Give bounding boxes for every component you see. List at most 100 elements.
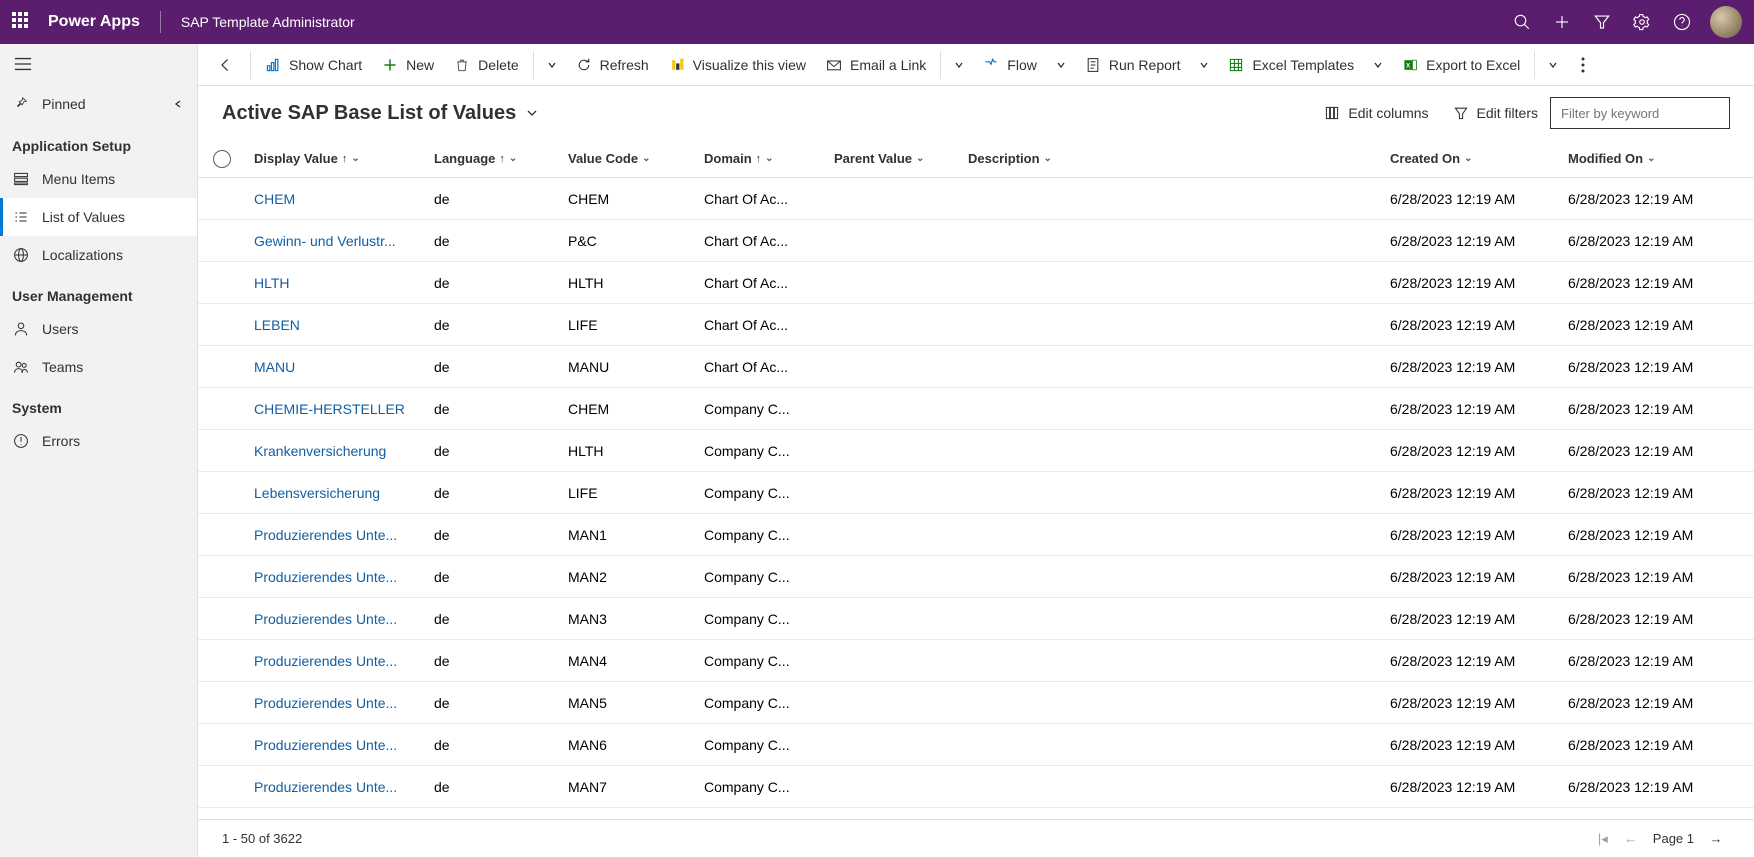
cell-created-on: 6/28/2023 12:19 AM	[1382, 779, 1560, 795]
export-excel-dropdown[interactable]	[1539, 59, 1567, 71]
column-header-language[interactable]: Language↑⌄	[426, 151, 560, 166]
visualize-button[interactable]: Visualize this view	[659, 44, 816, 86]
table-row[interactable]: Produzierendes Unte...deMAN4Company C...…	[198, 640, 1754, 682]
chevron-down-icon: ⌄	[642, 153, 650, 164]
grid-body[interactable]: CHEMdeCHEMChart Of Ac...6/28/2023 12:19 …	[198, 178, 1754, 818]
app-launcher-icon[interactable]	[12, 12, 32, 32]
run-report-button[interactable]: Run Report	[1075, 44, 1191, 86]
record-link[interactable]: Produzierendes Unte...	[254, 779, 397, 795]
add-icon[interactable]	[1542, 0, 1582, 44]
email-link-dropdown[interactable]	[945, 59, 973, 71]
column-header-domain[interactable]: Domain↑⌄	[696, 151, 826, 166]
table-row[interactable]: HLTHdeHLTHChart Of Ac...6/28/2023 12:19 …	[198, 262, 1754, 304]
table-row[interactable]: Produzierendes Unte...deMAN7Company C...…	[198, 766, 1754, 808]
table-row[interactable]: CHEMIE-HERSTELLERdeCHEMCompany C...6/28/…	[198, 388, 1754, 430]
cmd-label: Flow	[1007, 57, 1037, 73]
record-link[interactable]: Produzierendes Unte...	[254, 653, 397, 669]
column-header-created-on[interactable]: Created On⌄	[1382, 151, 1560, 166]
record-link[interactable]: CHEMIE-HERSTELLER	[254, 401, 405, 417]
table-row[interactable]: Gewinn- und Verlustr...deP&CChart Of Ac.…	[198, 220, 1754, 262]
table-row[interactable]: MANUdeMANUChart Of Ac...6/28/2023 12:19 …	[198, 346, 1754, 388]
cell-modified-on: 6/28/2023 12:19 AM	[1560, 359, 1738, 375]
record-range-label: 1 - 50 of 3622	[222, 831, 302, 846]
sidebar-pinned[interactable]: Pinned	[0, 84, 197, 124]
prev-page-button[interactable]: ←	[1617, 831, 1645, 846]
show-chart-button[interactable]: Show Chart	[255, 44, 372, 86]
record-link[interactable]: Produzierendes Unte...	[254, 527, 397, 543]
first-page-button[interactable]: |◂	[1589, 831, 1617, 847]
delete-button[interactable]: Delete	[444, 44, 528, 86]
globe-icon	[12, 247, 30, 263]
cell-display-value: CHEMIE-HERSTELLER	[246, 401, 426, 417]
pin-icon	[14, 96, 30, 113]
cell-language: de	[426, 275, 560, 291]
record-link[interactable]: Krankenversicherung	[254, 443, 386, 459]
excel-templates-dropdown[interactable]	[1364, 59, 1392, 71]
flow-button[interactable]: Flow	[973, 44, 1047, 86]
record-link[interactable]: Lebensversicherung	[254, 485, 380, 501]
overflow-button[interactable]	[1567, 57, 1599, 73]
select-all-checkbox[interactable]	[198, 150, 246, 168]
table-row[interactable]: Produzierendes Unte...deMAN3Company C...…	[198, 598, 1754, 640]
view-title-dropdown[interactable]: Active SAP Base List of Values	[222, 102, 538, 125]
cell-domain: Company C...	[696, 443, 826, 459]
cell-modified-on: 6/28/2023 12:19 AM	[1560, 401, 1738, 417]
sidebar-item-errors[interactable]: Errors	[0, 422, 197, 460]
email-link-button[interactable]: Email a Link	[816, 44, 936, 86]
record-link[interactable]: Produzierendes Unte...	[254, 695, 397, 711]
cell-domain: Company C...	[696, 611, 826, 627]
column-header-modified-on[interactable]: Modified On⌄	[1560, 151, 1738, 166]
record-link[interactable]: HLTH	[254, 275, 290, 291]
column-header-parent-value[interactable]: Parent Value⌄	[826, 151, 960, 166]
cmd-label: Excel Templates	[1252, 57, 1354, 73]
cell-domain: Company C...	[696, 695, 826, 711]
cell-created-on: 6/28/2023 12:19 AM	[1382, 527, 1560, 543]
cell-language: de	[426, 611, 560, 627]
settings-icon[interactable]	[1622, 0, 1662, 44]
record-link[interactable]: LEBEN	[254, 317, 300, 333]
sidebar-item-list-of-values[interactable]: List of Values	[0, 198, 197, 236]
edit-columns-button[interactable]: Edit columns	[1312, 97, 1440, 129]
help-icon[interactable]	[1662, 0, 1702, 44]
run-report-dropdown[interactable]	[1190, 59, 1218, 71]
table-row[interactable]: Produzierendes Unte...deMAN2Company C...…	[198, 556, 1754, 598]
record-link[interactable]: MANU	[254, 359, 295, 375]
page-label: Page 1	[1653, 831, 1694, 846]
chevron-down-icon	[526, 107, 538, 119]
edit-filters-button[interactable]: Edit filters	[1441, 97, 1550, 129]
excel-templates-button[interactable]: Excel Templates	[1218, 44, 1364, 86]
user-avatar[interactable]	[1710, 6, 1742, 38]
record-link[interactable]: Produzierendes Unte...	[254, 611, 397, 627]
table-row[interactable]: LebensversicherungdeLIFECompany C...6/28…	[198, 472, 1754, 514]
flow-dropdown[interactable]	[1047, 59, 1075, 71]
delete-dropdown[interactable]	[538, 59, 566, 71]
export-excel-button[interactable]: X Export to Excel	[1392, 44, 1530, 86]
hamburger-button[interactable]	[0, 44, 197, 84]
table-row[interactable]: LEBENdeLIFEChart Of Ac...6/28/2023 12:19…	[198, 304, 1754, 346]
column-header-value-code[interactable]: Value Code⌄	[560, 151, 696, 166]
column-header-display-value[interactable]: Display Value↑⌄	[246, 151, 426, 166]
sidebar-item-localizations[interactable]: Localizations	[0, 236, 197, 274]
table-row[interactable]: CHEMdeCHEMChart Of Ac...6/28/2023 12:19 …	[198, 178, 1754, 220]
record-link[interactable]: Produzierendes Unte...	[254, 569, 397, 585]
table-row[interactable]: Produzierendes Unte...deMAN5Company C...…	[198, 682, 1754, 724]
filter-keyword-input[interactable]	[1550, 97, 1730, 129]
search-icon[interactable]	[1502, 0, 1542, 44]
filter-icon[interactable]	[1582, 0, 1622, 44]
new-button[interactable]: New	[372, 44, 444, 86]
record-link[interactable]: Gewinn- und Verlustr...	[254, 233, 396, 249]
record-link[interactable]: Produzierendes Unte...	[254, 737, 397, 753]
sidebar-item-menu-items[interactable]: Menu Items	[0, 160, 197, 198]
sidebar-item-label: Users	[42, 321, 79, 337]
refresh-button[interactable]: Refresh	[566, 44, 659, 86]
table-row[interactable]: Produzierendes Unte...deMAN1Company C...…	[198, 514, 1754, 556]
table-row[interactable]: Produzierendes Unte...deMAN6Company C...…	[198, 724, 1754, 766]
sidebar-item-users[interactable]: Users	[0, 310, 197, 348]
next-page-button[interactable]: →	[1702, 831, 1730, 846]
back-button[interactable]	[206, 57, 246, 73]
column-header-description[interactable]: Description⌄	[960, 151, 1382, 166]
sidebar-item-teams[interactable]: Teams	[0, 348, 197, 386]
table-row[interactable]: KrankenversicherungdeHLTHCompany C...6/2…	[198, 430, 1754, 472]
cell-display-value: CHEM	[246, 191, 426, 207]
record-link[interactable]: CHEM	[254, 191, 295, 207]
